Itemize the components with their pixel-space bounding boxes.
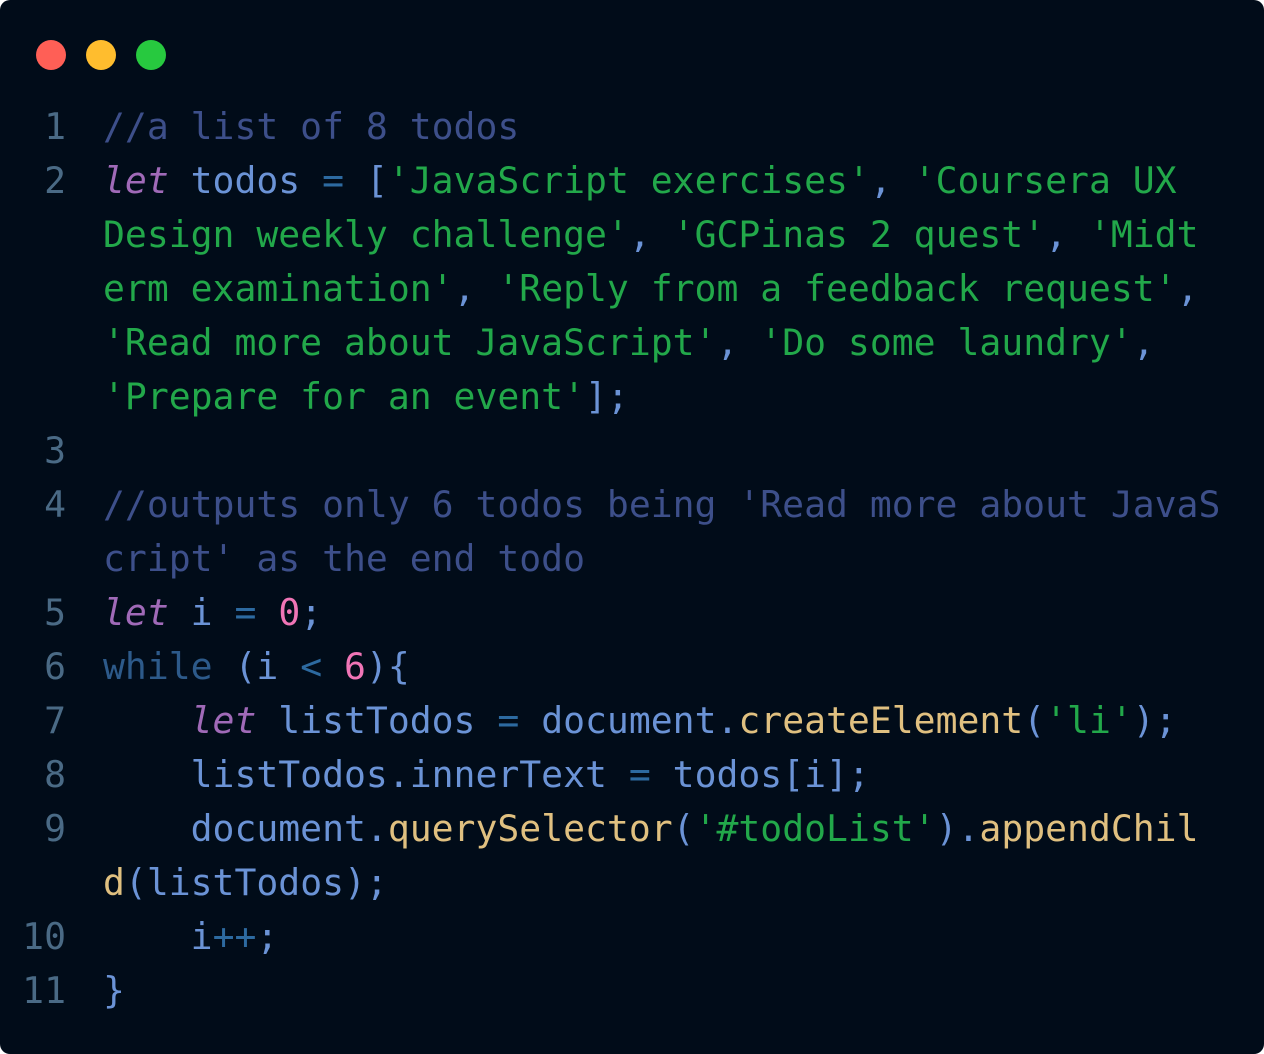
code-text: document.querySelector('#todoList').appe… <box>103 802 1220 910</box>
code-text: let i = 0; <box>103 586 1220 640</box>
token-string: 'Reply from a feedback request' <box>497 267 1177 310</box>
token-identifier: , <box>716 321 761 364</box>
token-identifier: i <box>168 591 235 634</box>
token-operator: ++ <box>212 915 257 958</box>
token-identifier: } <box>103 969 125 1012</box>
maximize-dot-icon[interactable] <box>136 40 166 70</box>
token-identifier: document. <box>519 699 739 742</box>
code-text: ​ <box>103 424 1220 478</box>
token-identifier: i <box>103 915 213 958</box>
code-line: 7 let listTodos = document.createElement… <box>0 694 1220 748</box>
line-number: 11 <box>22 969 66 1012</box>
code-line: 10 i++; <box>0 910 1220 964</box>
token-identifier: (listTodos); <box>124 861 388 904</box>
line-number: 8 <box>44 753 66 796</box>
code-text: while (i < 6){ <box>103 640 1220 694</box>
code-line: 2 let todos = ['JavaScript exercises', 'C… <box>0 154 1220 424</box>
token-number: 0 <box>278 591 301 634</box>
token-comment: //a list of 8 todos <box>103 105 520 148</box>
line-number: 10 <box>22 915 66 958</box>
line-number: 5 <box>44 591 66 634</box>
token-string: 'Prepare for an event' <box>103 375 585 418</box>
token-string: '#todoList' <box>694 807 936 850</box>
code-line: 8 listTodos.innerText = todos[i]; <box>0 748 1220 802</box>
token-identifier: ( <box>672 807 695 850</box>
token-method: querySelector <box>387 807 673 850</box>
token-operator: = <box>234 591 257 634</box>
line-number: 6 <box>44 645 66 688</box>
token-identifier: ( <box>1023 699 1046 742</box>
line-number: 3 <box>44 429 66 472</box>
token-comment: //outputs only 6 todos being 'Read more … <box>103 483 1221 580</box>
token-identifier: listTodos <box>256 699 498 742</box>
token-string: 'li' <box>1045 699 1133 742</box>
token-operator: = <box>322 159 345 202</box>
line-number: 9 <box>44 807 66 850</box>
token-identifier: ; <box>256 915 279 958</box>
token-identifier: ); <box>1132 699 1177 742</box>
code-line: 5 let i = 0; <box>0 586 1220 640</box>
token-identifier <box>103 699 191 742</box>
token-operator: = <box>497 699 520 742</box>
code-text: let listTodos = document.createElement('… <box>103 694 1220 748</box>
token-identifier: ; <box>300 591 323 634</box>
token-keyword: let <box>190 699 257 742</box>
token-identifier: [ <box>344 159 388 202</box>
token-identifier: , <box>1045 213 1089 256</box>
token-identifier: , <box>453 267 498 310</box>
code-block: 1 //a list of 8 todos 2 let todos = ['JavaS… <box>0 100 1220 1018</box>
token-identifier: , <box>869 159 914 202</box>
token-identifier: todos <box>168 159 323 202</box>
code-line: 4 //outputs only 6 todos being 'Read more… <box>0 478 1220 586</box>
line-number: 4 <box>44 483 66 526</box>
token-identifier <box>256 591 278 634</box>
token-keyword: let <box>103 159 169 202</box>
code-text: let todos = ['JavaScript exercises', 'Co… <box>103 154 1220 424</box>
line-number: 7 <box>44 699 66 742</box>
token-string: 'JavaScript exercises' <box>387 159 870 202</box>
token-string: 'Read more about JavaScript' <box>103 321 717 364</box>
token-identifier: ). <box>935 807 980 850</box>
token-string: 'GCPinas 2 quest' <box>672 213 1046 256</box>
code-text: } <box>103 964 1220 1018</box>
code-text: //outputs only 6 todos being 'Read more … <box>103 478 1220 586</box>
token-identifier: , <box>628 213 673 256</box>
minimize-dot-icon[interactable] <box>86 40 116 70</box>
code-text: i++; <box>103 910 1220 964</box>
token-identifier <box>322 645 344 688</box>
line-number: 2 <box>44 159 66 202</box>
code-line: 9 document.querySelector('#todoList').ap… <box>0 802 1220 910</box>
code-window: 1 //a list of 8 todos 2 let todos = ['JavaS… <box>0 0 1264 1054</box>
token-identifier: todos[i]; <box>650 753 870 796</box>
token-control: while <box>103 645 213 688</box>
token-identifier: listTodos.innerText <box>103 753 629 796</box>
token-identifier: ){ <box>365 645 410 688</box>
code-line: 11} <box>0 964 1220 1018</box>
token-method: createElement <box>738 699 1024 742</box>
token-identifier: document. <box>103 807 388 850</box>
token-identifier: ]; <box>585 375 629 418</box>
token-string: 'Do some laundry' <box>760 321 1133 364</box>
token-identifier: (i <box>212 645 301 688</box>
token-identifier: , <box>1176 267 1221 310</box>
close-dot-icon[interactable] <box>36 40 66 70</box>
token-operator: = <box>628 753 651 796</box>
token-operator: < <box>300 645 323 688</box>
token-keyword: let <box>103 591 169 634</box>
window-controls <box>36 40 166 70</box>
code-text: listTodos.innerText = todos[i]; <box>103 748 1220 802</box>
line-number: 1 <box>44 105 66 148</box>
code-line: 3​ <box>0 424 1220 478</box>
code-line: 6 while (i < 6){ <box>0 640 1220 694</box>
code-line: 1 //a list of 8 todos <box>0 100 1220 154</box>
token-identifier: , <box>1132 321 1177 364</box>
code-text: //a list of 8 todos <box>103 100 1220 154</box>
token-number: 6 <box>344 645 366 688</box>
